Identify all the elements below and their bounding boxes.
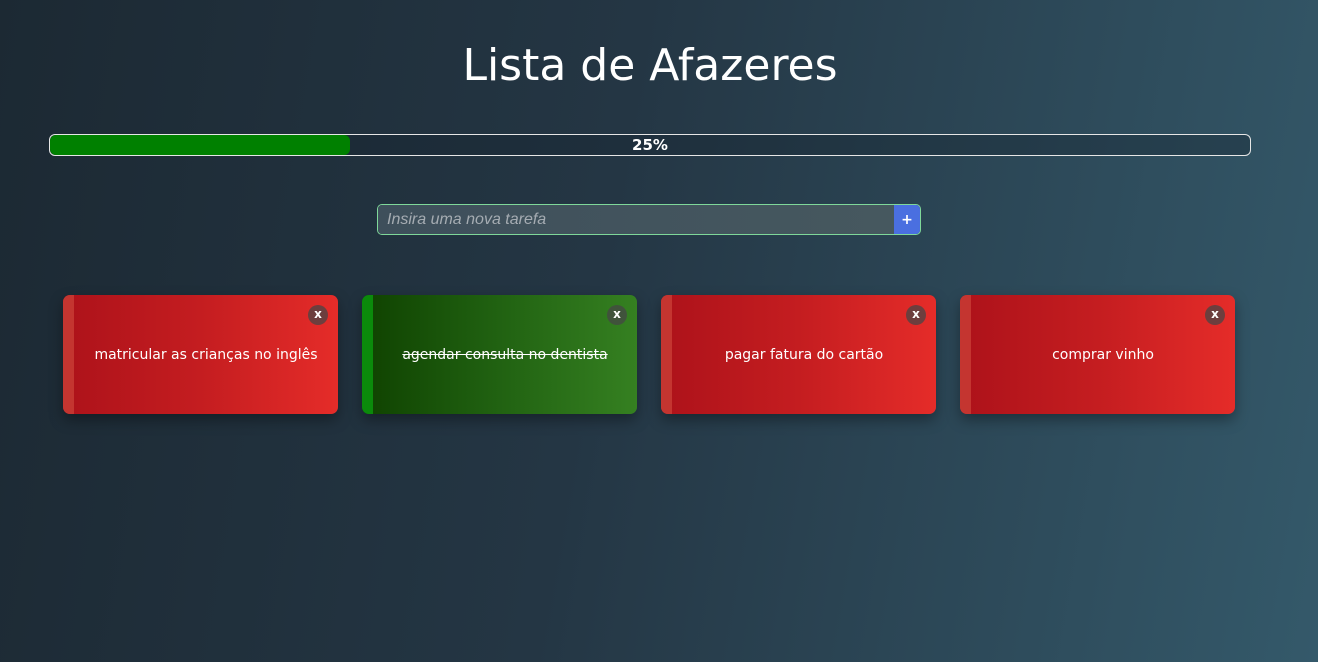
status-stripe: [960, 295, 971, 414]
status-stripe: [661, 295, 672, 414]
task-card[interactable]: matricular as crianças no inglês x: [63, 295, 338, 414]
status-stripe: [63, 295, 74, 414]
status-stripe: [362, 295, 373, 414]
delete-task-icon[interactable]: x: [607, 305, 627, 325]
progress-bar: 25%: [49, 134, 1251, 156]
task-card[interactable]: agendar consulta no dentista x: [362, 295, 637, 414]
delete-task-icon[interactable]: x: [906, 305, 926, 325]
delete-task-icon[interactable]: x: [1205, 305, 1225, 325]
task-card[interactable]: pagar fatura do cartão x: [661, 295, 936, 414]
progress-percent: 25%: [632, 136, 668, 154]
task-card[interactable]: comprar vinho x: [960, 295, 1235, 414]
new-task-input[interactable]: [378, 205, 894, 234]
task-label: agendar consulta no dentista: [402, 347, 608, 363]
delete-task-icon[interactable]: x: [308, 305, 328, 325]
task-label: comprar vinho: [1052, 347, 1154, 363]
page-title: Lista de Afazeres: [462, 40, 838, 91]
new-task-form: +: [377, 204, 921, 235]
task-label: pagar fatura do cartão: [724, 347, 884, 363]
add-task-button[interactable]: +: [894, 205, 920, 234]
task-label: matricular as crianças no inglês: [94, 347, 318, 363]
